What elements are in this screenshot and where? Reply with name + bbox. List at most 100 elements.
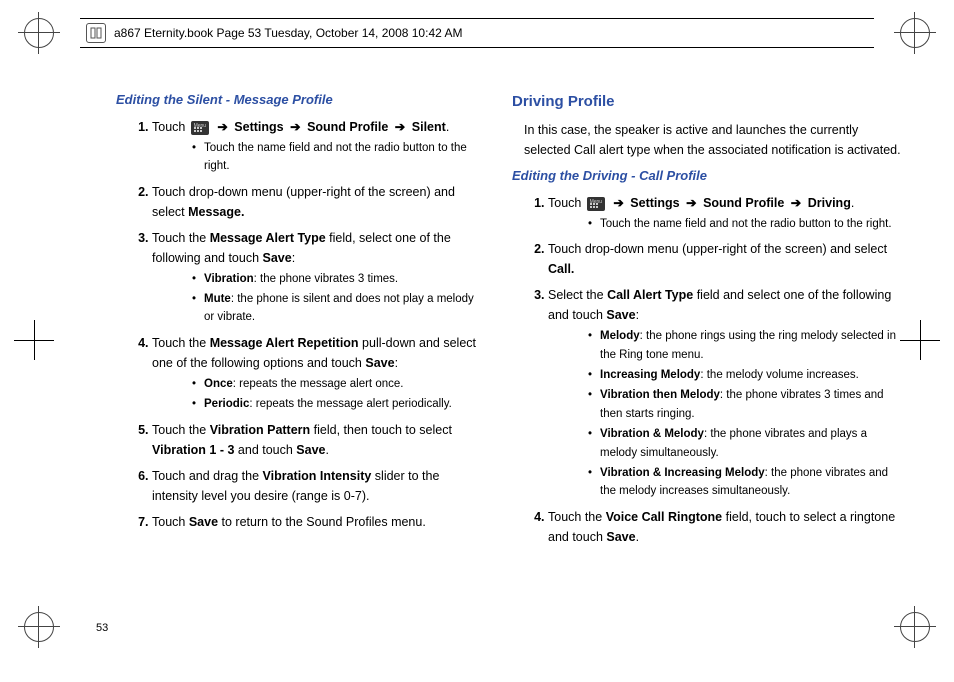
- option-name: Periodic: [204, 398, 249, 410]
- step-text: Touch the: [152, 423, 210, 437]
- sub-bullets: Vibration: the phone vibrates 3 times. M…: [152, 270, 482, 327]
- option: Periodic: repeats the message alert peri…: [192, 395, 482, 413]
- step-4: Touch the Message Alert Repetition pull-…: [152, 333, 482, 414]
- step-text: Touch and drag the: [152, 469, 263, 483]
- option-desc: : the melody volume increases.: [700, 369, 859, 381]
- path-segment: Settings: [234, 120, 283, 134]
- right-column: Driving Profile In this case, the speake…: [512, 90, 904, 622]
- option-desc: : repeats the message alert periodically…: [249, 398, 451, 410]
- step-1: Touch ➔ Settings ➔ Sound Profile ➔ Drivi…: [548, 193, 904, 233]
- option-name: Vibration: [204, 273, 254, 285]
- step-bold: Vibration Intensity: [263, 469, 372, 483]
- registration-mark-icon: [14, 320, 54, 360]
- sub-bullets: Melody: the phone rings using the ring m…: [548, 327, 904, 501]
- step-text: field, then touch to select: [310, 423, 452, 437]
- crop-mark-icon: [900, 18, 930, 48]
- section-heading: Driving Profile: [512, 90, 904, 114]
- option: Increasing Melody: the melody volume inc…: [588, 366, 904, 384]
- arrow-icon: ➔: [392, 120, 408, 134]
- step-bold: Message.: [188, 205, 244, 219]
- path-segment: Settings: [630, 196, 679, 210]
- step-bold: Message Alert Repetition: [210, 336, 359, 350]
- option-desc: : the phone rings using the ring melody …: [600, 330, 896, 360]
- option-desc: : the phone is silent and does not play …: [204, 293, 474, 323]
- step-text: and touch: [234, 443, 296, 457]
- step-6: Touch and drag the Vibration Intensity s…: [152, 466, 482, 506]
- step-bold: Vibration 1 - 3: [152, 443, 234, 457]
- step-1: Touch ➔ Settings ➔ Sound Profile ➔ Silen…: [152, 117, 482, 176]
- registration-mark-icon: [900, 320, 940, 360]
- sub-bullets: Touch the name field and not the radio b…: [152, 139, 482, 176]
- book-icon: [86, 23, 106, 43]
- step-bold: Save: [263, 251, 292, 265]
- step-text: Touch drop-down menu (upper-right of the…: [548, 242, 887, 256]
- option-name: Increasing Melody: [600, 369, 700, 381]
- option: Vibration & Increasing Melody: the phone…: [588, 464, 904, 501]
- step-text: Touch: [548, 196, 581, 210]
- step-text: Touch the: [152, 231, 210, 245]
- path-segment: Sound Profile: [703, 196, 784, 210]
- step-bold: Save: [606, 308, 635, 322]
- page-number: 53: [96, 622, 108, 634]
- intro-paragraph: In this case, the speaker is active and …: [524, 120, 904, 160]
- step-bold: Voice Call Ringtone: [606, 510, 722, 524]
- option-name: Once: [204, 378, 233, 390]
- option-name: Vibration & Melody: [600, 428, 704, 440]
- step-4: Touch the Voice Call Ringtone field, tou…: [548, 507, 904, 547]
- step-bold: Message Alert Type: [210, 231, 326, 245]
- step-text: Touch: [152, 515, 189, 529]
- crop-mark-icon: [900, 612, 930, 642]
- option: Vibration then Melody: the phone vibrate…: [588, 386, 904, 423]
- step-text: Select the: [548, 288, 607, 302]
- option-name: Vibration & Increasing Melody: [600, 467, 765, 479]
- step-text: to return to the Sound Profiles menu.: [218, 515, 426, 529]
- sub-heading: Editing the Driving - Call Profile: [512, 166, 904, 187]
- running-header: a867 Eternity.book Page 53 Tuesday, Octo…: [80, 18, 874, 48]
- note-text: Touch the name field and not the radio b…: [192, 139, 482, 176]
- arrow-icon: ➔: [287, 120, 303, 134]
- section-heading: Editing the Silent - Message Profile: [116, 90, 482, 111]
- step-2: Touch drop-down menu (upper-right of the…: [152, 182, 482, 222]
- step-5: Touch the Vibration Pattern field, then …: [152, 420, 482, 460]
- step-text: Touch the: [548, 510, 606, 524]
- arrow-icon: ➔: [788, 196, 804, 210]
- option-name: Vibration then Melody: [600, 389, 720, 401]
- steps-list: Touch ➔ Settings ➔ Sound Profile ➔ Drivi…: [512, 193, 904, 547]
- option-desc: : the phone vibrates 3 times.: [254, 273, 398, 285]
- sub-bullets: Touch the name field and not the radio b…: [548, 215, 904, 233]
- left-column: Editing the Silent - Message Profile Tou…: [90, 90, 482, 622]
- option-desc: : repeats the message alert once.: [233, 378, 404, 390]
- option-name: Mute: [204, 293, 231, 305]
- menu-icon: [191, 121, 209, 135]
- note-text: Touch the name field and not the radio b…: [588, 215, 904, 233]
- step-bold: Save: [296, 443, 325, 457]
- sub-bullets: Once: repeats the message alert once. Pe…: [152, 375, 482, 414]
- step-3: Select the Call Alert Type field and sel…: [548, 285, 904, 501]
- crop-mark-icon: [24, 18, 54, 48]
- path-segment: Driving: [808, 196, 851, 210]
- header-text: a867 Eternity.book Page 53 Tuesday, Octo…: [114, 26, 462, 40]
- page-body: Editing the Silent - Message Profile Tou…: [90, 90, 904, 622]
- option: Mute: the phone is silent and does not p…: [192, 290, 482, 327]
- option-name: Melody: [600, 330, 640, 342]
- path-segment: Sound Profile: [307, 120, 388, 134]
- option: Melody: the phone rings using the ring m…: [588, 327, 904, 364]
- step-3: Touch the Message Alert Type field, sele…: [152, 228, 482, 327]
- option: Once: repeats the message alert once.: [192, 375, 482, 393]
- arrow-icon: ➔: [214, 120, 230, 134]
- crop-mark-icon: [24, 612, 54, 642]
- step-text: Touch the: [152, 336, 210, 350]
- step-7: Touch Save to return to the Sound Profil…: [152, 512, 482, 532]
- step-bold: Call Alert Type: [607, 288, 693, 302]
- step-bold: Vibration Pattern: [210, 423, 310, 437]
- step-bold: Call.: [548, 262, 574, 276]
- arrow-icon: ➔: [683, 196, 699, 210]
- step-bold: Save: [365, 356, 394, 370]
- path-segment: Silent: [412, 120, 446, 134]
- arrow-icon: ➔: [610, 196, 626, 210]
- step-bold: Save: [189, 515, 218, 529]
- step-text: Touch: [152, 120, 185, 134]
- option: Vibration: the phone vibrates 3 times.: [192, 270, 482, 288]
- step-2: Touch drop-down menu (upper-right of the…: [548, 239, 904, 279]
- menu-icon: [587, 197, 605, 211]
